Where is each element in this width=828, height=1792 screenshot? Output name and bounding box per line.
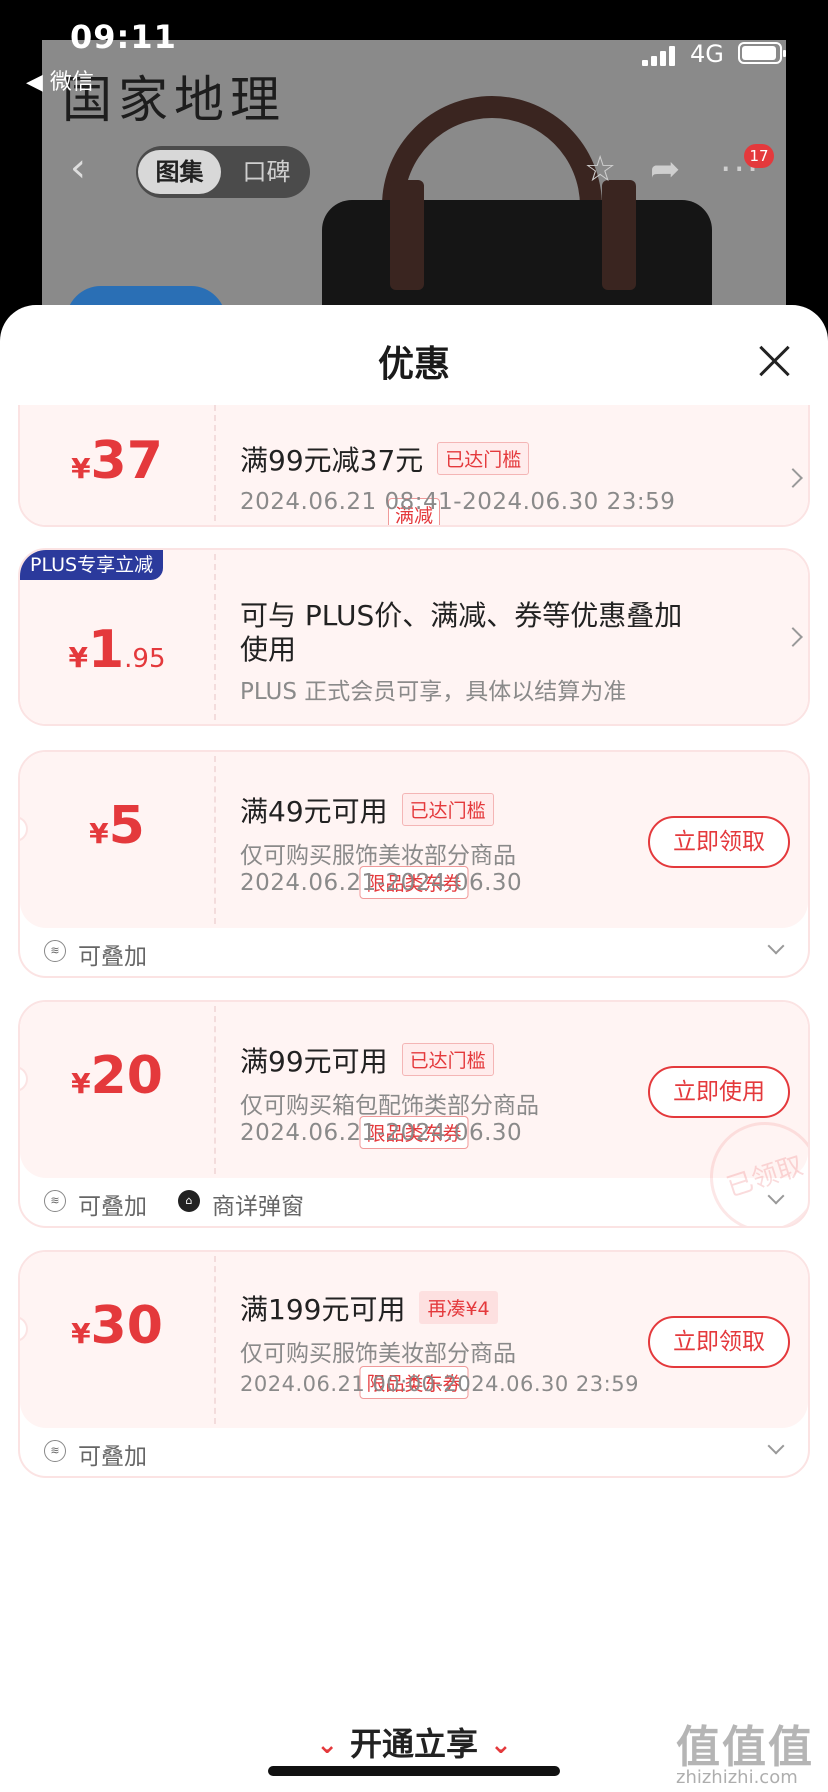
promo-date: 2024.06.21 08:41-2024.06.30 23:59	[240, 489, 676, 515]
signal-icon	[642, 46, 678, 66]
chevron-down-icon: ⌄	[316, 1730, 338, 1760]
coupon-card: ¥20 限品类东券 满99元可用 已达门槛 仅可购买箱包配饰类部分商品 2024.…	[18, 1000, 810, 1228]
promo-title: 满99元减37元 已达门槛	[240, 439, 530, 479]
coupon-date: 2024.06.21 00:00-2024.06.30 23:59	[240, 1372, 639, 1396]
coupon-amount: ¥5	[89, 796, 145, 856]
detail-popup-label: 商详弹窗	[212, 1194, 304, 1220]
stackable-icon: ≋	[44, 940, 66, 962]
close-icon[interactable]	[756, 343, 792, 379]
promo-title-line2: 使用	[240, 633, 297, 666]
claim-coupon-button[interactable]: 立即领取	[648, 816, 790, 868]
coupon-footer[interactable]: ≋ 可叠加	[20, 1426, 808, 1476]
promo-amount: ¥1.95	[68, 620, 166, 680]
chevron-down-icon[interactable]	[767, 1437, 785, 1455]
promo-amount: ¥37	[71, 431, 163, 491]
promo-card-plus[interactable]: PLUS专享立减 ¥1.95 可与 PLUS价、满减、券等优惠叠加 使用 PLU…	[18, 548, 810, 726]
coupon-desc: 仅可购买服饰美妆部分商品	[240, 1341, 516, 1367]
chevron-down-icon[interactable]	[767, 937, 785, 955]
coupon-date: 2024.06.21-2024.06.30	[240, 870, 523, 896]
gallery-review-toggle: 图集 口碑	[136, 146, 310, 198]
popup-icon: ⌂	[178, 1190, 200, 1212]
coupon-amount: ¥30	[71, 1296, 163, 1356]
card-divider	[214, 1256, 216, 1424]
coupon-footer[interactable]: ≋ 可叠加	[20, 926, 808, 976]
sheet-title: 优惠	[377, 344, 450, 385]
coupon-desc: 仅可购买服饰美妆部分商品	[240, 843, 516, 869]
threshold-reached-tag: 已达门槛	[401, 1043, 494, 1076]
use-coupon-button[interactable]: 立即使用	[648, 1066, 790, 1118]
product-nav-bar: ‹ 图集 口碑 ☆ ➦ ··· 17	[0, 130, 828, 210]
stackable-label: 可叠加	[78, 1194, 147, 1220]
coupon-amount: ¥20	[71, 1046, 163, 1106]
status-bar: 09:11 ◀ 微信 4G	[0, 0, 828, 95]
stackable-icon: ≋	[44, 1440, 66, 1462]
coupon-date: 2024.06.21-2024.06.30	[240, 1120, 523, 1146]
coupon-desc: 仅可购买箱包配饰类部分商品	[240, 1093, 539, 1119]
card-divider	[214, 1006, 216, 1174]
battery-icon	[738, 42, 786, 64]
card-divider	[214, 405, 216, 521]
coupon-title: 满49元可用 已达门槛	[240, 790, 494, 830]
stackable-icon: ≋	[44, 1190, 66, 1212]
coupon-card: ¥30 限品类东券 满199元可用 再凑¥4 仅可购买服饰美妆部分商品 2024.…	[18, 1250, 810, 1478]
home-indicator	[268, 1766, 560, 1776]
network-label: 4G	[690, 40, 724, 68]
chevron-down-icon[interactable]	[767, 1187, 785, 1205]
promo-desc: PLUS 正式会员可享，具体以结算为准	[240, 679, 627, 705]
promotions-sheet: 优惠 ¥37 满减 满99元减37元 已达门槛 2024.06.21 08:41-…	[0, 305, 828, 1792]
chevron-right-icon	[783, 627, 803, 647]
message-count-badge: 17	[744, 144, 774, 168]
threshold-reached-tag: 已达门槛	[401, 793, 494, 826]
back-chevron-icon[interactable]: ‹	[70, 148, 110, 188]
stackable-label: 可叠加	[78, 944, 147, 970]
card-divider	[214, 554, 216, 720]
stackable-label: 可叠加	[78, 1444, 147, 1470]
coupon-title: 满199元可用 再凑¥4	[240, 1288, 498, 1328]
status-time: 09:11	[70, 18, 177, 56]
coupon-footer[interactable]: ≋ 可叠加 ⌂ 商详弹窗	[20, 1176, 808, 1226]
share-icon[interactable]: ➦	[650, 150, 680, 190]
cta-label: 开通立享	[349, 1725, 478, 1763]
star-icon[interactable]: ☆	[584, 150, 616, 190]
promotions-list: ¥37 满减 满99元减37元 已达门槛 2024.06.21 08:41-202…	[0, 405, 828, 1792]
tab-gallery[interactable]: 图集	[138, 150, 221, 194]
coupon-title: 满99元可用 已达门槛	[240, 1040, 494, 1080]
chevron-down-icon: ⌄	[490, 1730, 512, 1760]
watermark-logo: 值值值	[676, 1722, 814, 1773]
tab-reviews[interactable]: 口碑	[225, 150, 308, 194]
card-divider	[214, 756, 216, 924]
chevron-right-icon	[783, 468, 803, 488]
claim-coupon-button[interactable]: 立即领取	[648, 1316, 790, 1368]
back-to-wechat-link[interactable]: ◀ 微信	[26, 64, 94, 96]
coupon-card: ¥5 限品类东券 满49元可用 已达门槛 仅可购买服饰美妆部分商品 2024.06…	[18, 750, 810, 978]
threshold-reached-tag: 已达门槛	[437, 442, 530, 475]
promo-title: 可与 PLUS价、满减、券等优惠叠加	[240, 599, 683, 632]
plus-exclusive-badge: PLUS专享立减	[20, 550, 164, 580]
add-more-tag: 再凑¥4	[419, 1291, 498, 1324]
watermark-url: zhizhizhi.com	[676, 1767, 798, 1788]
promo-card-full-reduction[interactable]: ¥37 满减 满99元减37元 已达门槛 2024.06.21 08:41-202…	[18, 405, 810, 527]
